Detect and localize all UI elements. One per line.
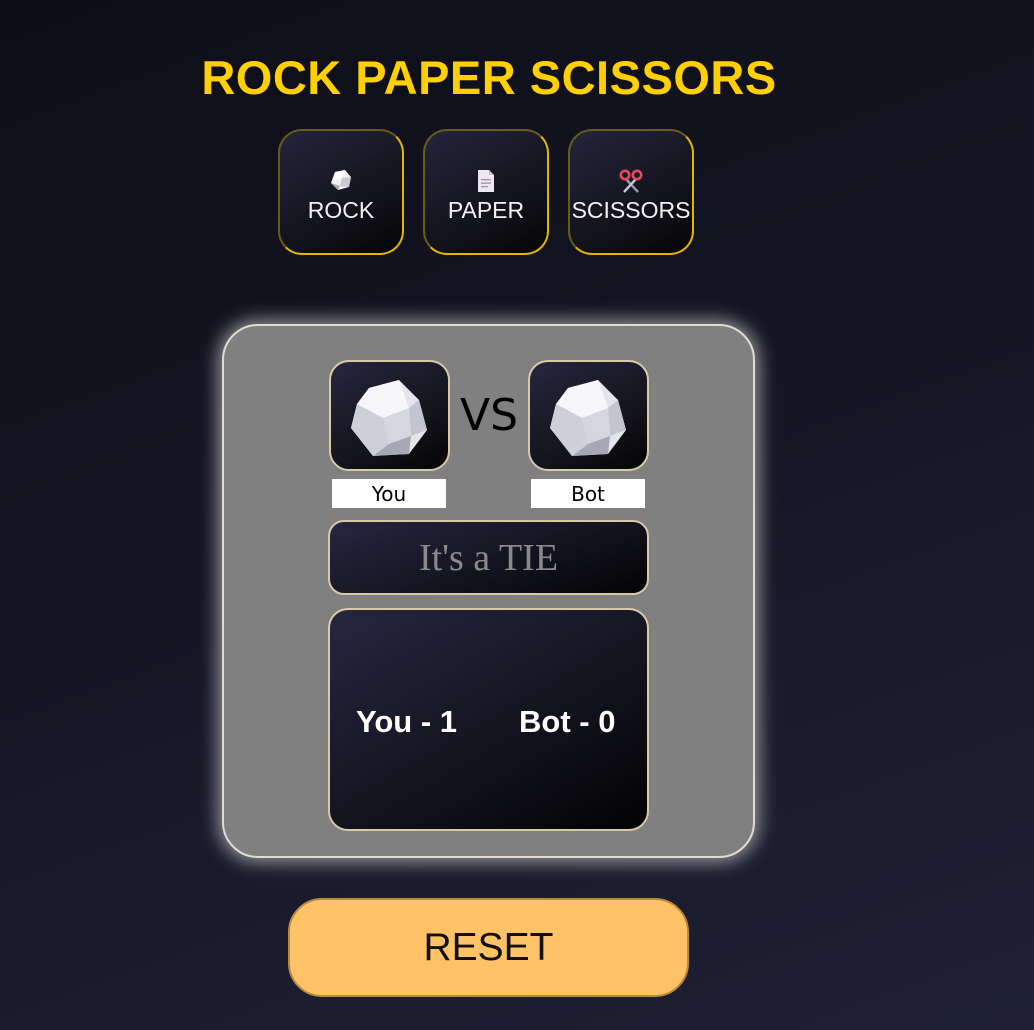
player-name-tag: You xyxy=(332,479,446,508)
bot-choice-card xyxy=(528,360,649,471)
bot-score: Bot - 0 xyxy=(519,704,616,739)
paper-button[interactable]: PAPER xyxy=(423,129,549,255)
scoreboard: You - 1 Bot - 0 xyxy=(328,608,649,831)
vs-label: VS xyxy=(459,390,519,441)
scissors-icon xyxy=(570,169,692,193)
paper-button-label: PAPER xyxy=(447,197,525,223)
rock-icon xyxy=(550,380,626,456)
rock-icon xyxy=(280,169,402,193)
scissors-button[interactable]: SCISSORS xyxy=(568,129,694,255)
rock-icon xyxy=(351,380,427,456)
result-message: It's a TIE xyxy=(328,520,649,595)
paper-icon xyxy=(425,169,547,193)
reset-button[interactable]: RESET xyxy=(288,898,689,997)
page-title: ROCK PAPER SCISSORS xyxy=(201,51,777,104)
bot-name-tag: Bot xyxy=(531,479,645,508)
rock-button[interactable]: ROCK xyxy=(278,129,404,255)
rock-button-label: ROCK xyxy=(307,197,375,223)
player-choice-card xyxy=(329,360,450,471)
scissors-button-label: SCISSORS xyxy=(571,197,691,223)
player-score: You - 1 xyxy=(356,704,458,739)
